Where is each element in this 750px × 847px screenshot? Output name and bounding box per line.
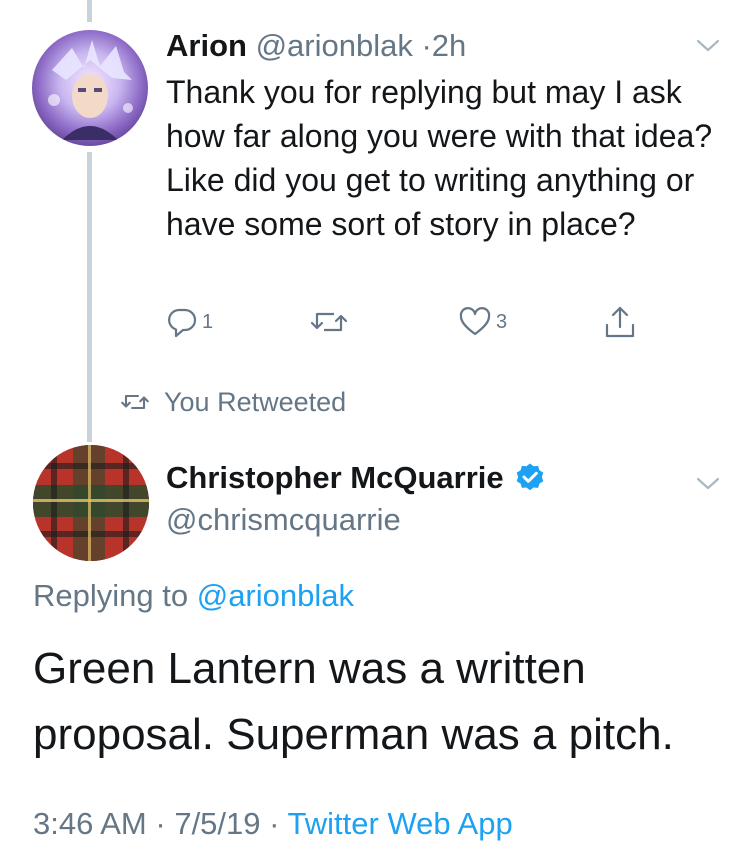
share-button[interactable] [603, 302, 637, 342]
like-count: 3 [496, 310, 508, 333]
main-author-handle[interactable]: @chrismcquarrie [166, 502, 401, 538]
avatar-image-tartan [33, 445, 149, 561]
separator-dot: · [421, 28, 432, 63]
reply-time[interactable]: 2h [432, 28, 466, 63]
chevron-down-icon-main[interactable] [696, 476, 720, 492]
retweet-icon [310, 312, 348, 332]
retweeted-label: You Retweeted [164, 386, 347, 417]
chevron-down-icon[interactable] [696, 38, 720, 54]
avatar-arion[interactable] [32, 30, 148, 146]
avatar-chrismcquarrie[interactable] [33, 445, 149, 561]
reply-button[interactable]: 1 [166, 302, 213, 342]
retweeted-indicator: You Retweeted [120, 384, 346, 420]
tweet-source-link[interactable]: Twitter Web App [288, 806, 513, 841]
main-tweet-text: Green Lantern was a written proposal. Su… [33, 644, 674, 759]
replying-to-handle[interactable]: @arionblak [197, 578, 354, 613]
tweet-time: 3:46 AM [33, 806, 147, 841]
retweet-button[interactable] [310, 302, 348, 342]
thread-line [87, 152, 92, 442]
like-icon [459, 307, 491, 336]
thread-line-top [87, 0, 92, 22]
main-author-line: Christopher McQuarrie [166, 460, 546, 496]
share-icon [605, 306, 635, 338]
reply-tweet-text: Thank you for replying but may I ask how… [166, 74, 713, 242]
reply-icon [168, 308, 197, 338]
reply-author-name[interactable]: Arion [166, 28, 247, 63]
verified-badge-icon [516, 463, 543, 491]
avatar-image [48, 40, 133, 140]
tweet-meta: 3:46 AM · 7/5/19 · Twitter Web App [33, 806, 513, 842]
meta-dot-1: · [155, 806, 166, 841]
reply-count: 1 [202, 310, 214, 333]
replying-to-label: Replying to [33, 578, 189, 613]
reply-author-line: Arion @arionblak ·2h [166, 28, 466, 64]
replying-to: Replying to @arionblak [33, 578, 354, 614]
meta-dot-2: · [269, 806, 280, 841]
retweet-small-icon [121, 394, 149, 410]
tweet-date: 7/5/19 [174, 806, 261, 841]
like-button[interactable]: 3 [458, 302, 507, 342]
main-author-name[interactable]: Christopher McQuarrie [166, 460, 504, 496]
reply-author-handle[interactable]: @arionblak [256, 28, 413, 63]
